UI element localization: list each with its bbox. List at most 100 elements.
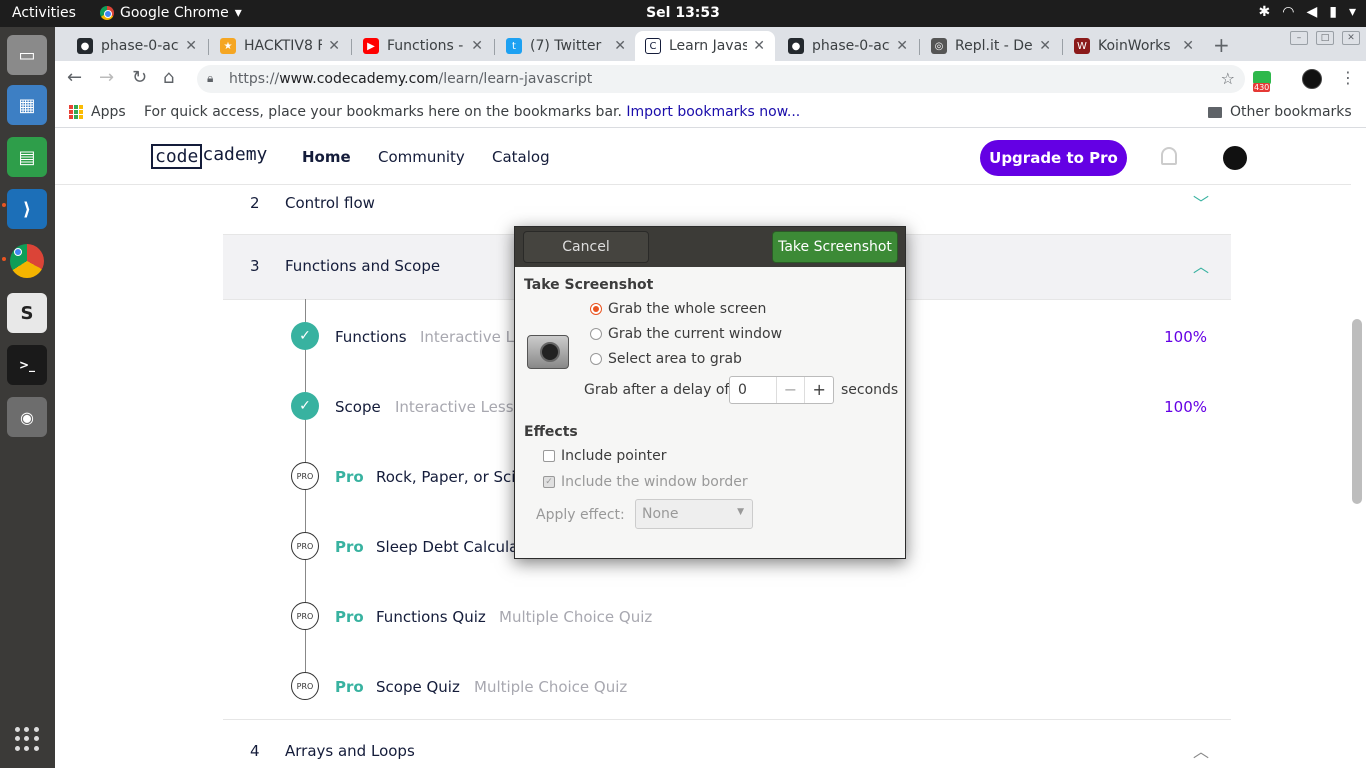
tab-twitter[interactable]: t (7) Twitter ✕ — [496, 31, 636, 61]
maximize-button[interactable]: □ — [1316, 31, 1334, 45]
chevron-down-icon[interactable]: ﹀ — [1193, 190, 1209, 214]
radio-current-window[interactable]: Grab the current window — [590, 326, 782, 342]
lesson-name[interactable]: Functions — [335, 328, 407, 346]
tab-hacktiv8[interactable]: ★ HACKTIV8 F ✕ — [210, 31, 350, 61]
close-icon[interactable]: ✕ — [1039, 38, 1051, 54]
bell-icon[interactable] — [1161, 147, 1177, 165]
cancel-button[interactable]: Cancel — [523, 231, 649, 263]
screenshot-app-icon[interactable]: ◉ — [7, 397, 47, 437]
lesson-name[interactable]: Sleep Debt Calculat — [376, 538, 524, 556]
gnome-top-bar: Activities Google Chrome ▾ Sel 13:53 ✱ ◠… — [0, 0, 1366, 27]
decrement-button[interactable]: − — [775, 377, 805, 403]
battery-icon: ▮ — [1329, 4, 1337, 20]
running-indicator — [2, 203, 6, 207]
delay-spinner[interactable]: 0 − + — [729, 376, 834, 404]
radio-select-area[interactable]: Select area to grab — [590, 351, 742, 367]
home-button[interactable]: ⌂ — [163, 67, 174, 88]
radio-icon — [590, 353, 602, 365]
image-viewer-icon[interactable]: ▦ — [7, 85, 47, 125]
lesson-name[interactable]: Scope Quiz — [376, 678, 460, 696]
back-button[interactable]: ← — [67, 67, 82, 88]
close-icon[interactable]: ✕ — [185, 38, 197, 54]
tab-label: KoinWorks — [1098, 38, 1171, 54]
system-tray[interactable]: ✱ ◠ ◀ ▮ ▾ — [1259, 4, 1356, 20]
address-bar[interactable]: 🔒︎ https://www.codecademy.com/learn/lear… — [197, 65, 1245, 93]
codecademy-logo[interactable]: code cademy — [151, 144, 267, 169]
spreadsheet-icon[interactable]: ▤ — [7, 137, 47, 177]
nav-community[interactable]: Community — [378, 148, 465, 166]
close-icon[interactable]: ✕ — [1182, 38, 1194, 54]
include-border-checkbox[interactable]: ✓ Include the window border — [543, 474, 748, 490]
forward-button[interactable]: → — [99, 67, 114, 88]
hacktiv8-icon: ★ — [220, 38, 236, 54]
include-pointer-checkbox[interactable]: Include pointer — [543, 448, 667, 464]
lesson-type: Interactive Le — [420, 328, 523, 346]
settings-icon[interactable]: ✱ — [1259, 4, 1271, 20]
take-screenshot-button[interactable]: Take Screenshot — [772, 231, 898, 263]
bookmarks-hint: For quick access, place your bookmarks h… — [144, 104, 801, 120]
nav-catalog[interactable]: Catalog — [492, 148, 550, 166]
nav-home[interactable]: Home — [302, 148, 351, 166]
lesson-functions-quiz[interactable]: PRO Pro Functions Quiz Multiple Choice Q… — [291, 602, 1231, 672]
reload-button[interactable]: ↻ — [132, 67, 147, 88]
close-icon[interactable]: ✕ — [614, 38, 626, 54]
terminal-icon[interactable]: >_ — [7, 345, 47, 385]
apply-effect-select[interactable]: None ▼ — [635, 499, 753, 529]
lesson-name[interactable]: Scope — [335, 398, 381, 416]
tab-koinworks[interactable]: W KoinWorks ✕ — [1064, 31, 1204, 61]
tab-youtube[interactable]: ▶ Functions - ✕ — [353, 31, 493, 61]
other-bookmarks[interactable]: Other bookmarks — [1208, 104, 1352, 120]
scrollbar-thumb[interactable] — [1352, 319, 1362, 504]
tab-github-2[interactable]: ● phase-0-act ✕ — [778, 31, 918, 61]
clock[interactable]: Sel 13:53 — [0, 5, 1366, 21]
lesson-type: Interactive Lesso — [395, 398, 523, 416]
tab-label: (7) Twitter — [530, 38, 602, 54]
chrome-dock-icon[interactable] — [7, 241, 47, 281]
increment-button[interactable]: + — [804, 377, 833, 403]
lesson-name[interactable]: Functions Quiz — [376, 608, 486, 626]
import-bookmarks-link[interactable]: Import bookmarks now... — [626, 104, 800, 120]
close-icon[interactable]: ✕ — [328, 38, 340, 54]
delay-input[interactable]: 0 — [730, 377, 776, 403]
slack-icon[interactable]: S — [7, 293, 47, 333]
minimize-button[interactable]: – — [1290, 31, 1308, 45]
chrome-menu-icon[interactable]: ⋮ — [1340, 68, 1356, 87]
close-window-button[interactable]: ✕ — [1342, 31, 1360, 45]
vscode-icon[interactable]: ⟩ — [7, 189, 47, 229]
bookmark-star-icon[interactable]: ☆ — [1221, 69, 1235, 88]
folder-icon — [1208, 107, 1222, 118]
module-number: 4 — [250, 742, 260, 760]
close-icon[interactable]: ✕ — [753, 38, 765, 54]
codecademy-icon: C — [645, 38, 661, 54]
avatar[interactable] — [1223, 146, 1247, 170]
lock-icon[interactable]: 🔒︎ — [207, 71, 213, 86]
radio-whole-screen[interactable]: Grab the whole screen — [590, 301, 766, 317]
close-icon[interactable]: ✕ — [471, 38, 483, 54]
module-arrays-loops[interactable]: 4 Arrays and Loops ︿ — [223, 719, 1231, 768]
tab-replit[interactable]: ◎ Repl.it - Des ✕ — [921, 31, 1061, 61]
chevron-down-icon: ▾ — [1348, 4, 1356, 20]
chevron-up-icon[interactable]: ︿ — [1193, 738, 1209, 762]
pro-badge-icon: PRO — [291, 462, 319, 490]
apps-shortcut[interactable]: Apps — [69, 104, 126, 120]
files-icon[interactable]: ▭ — [7, 35, 47, 75]
lesson-name[interactable]: Rock, Paper, or Scis — [376, 468, 523, 486]
tab-label: Repl.it - Des — [955, 38, 1034, 54]
extension-icon[interactable]: 430 — [1253, 71, 1273, 93]
bookmarks-bar: Apps For quick access, place your bookma… — [55, 97, 1366, 128]
show-applications-icon[interactable] — [15, 727, 39, 751]
module-title: Arrays and Loops — [285, 742, 415, 760]
check-icon: ✓ — [291, 392, 319, 420]
chevron-up-icon[interactable]: ︿ — [1193, 253, 1209, 277]
other-bookmarks-label: Other bookmarks — [1230, 104, 1352, 120]
profile-avatar[interactable] — [1302, 69, 1322, 89]
close-icon[interactable]: ✕ — [896, 38, 908, 54]
pro-label: Pro — [335, 678, 364, 696]
apps-grid-icon — [69, 105, 83, 119]
camera-icon — [527, 335, 569, 369]
tab-strip: ● phase-0-act ✕ ★ HACKTIV8 F ✕ ▶ Functio… — [55, 27, 1366, 61]
tab-github-1[interactable]: ● phase-0-act ✕ — [67, 31, 207, 61]
new-tab-button[interactable]: + — [1213, 33, 1230, 57]
tab-label: HACKTIV8 F — [244, 38, 323, 54]
tab-codecademy[interactable]: C Learn Javas ✕ — [635, 31, 775, 61]
